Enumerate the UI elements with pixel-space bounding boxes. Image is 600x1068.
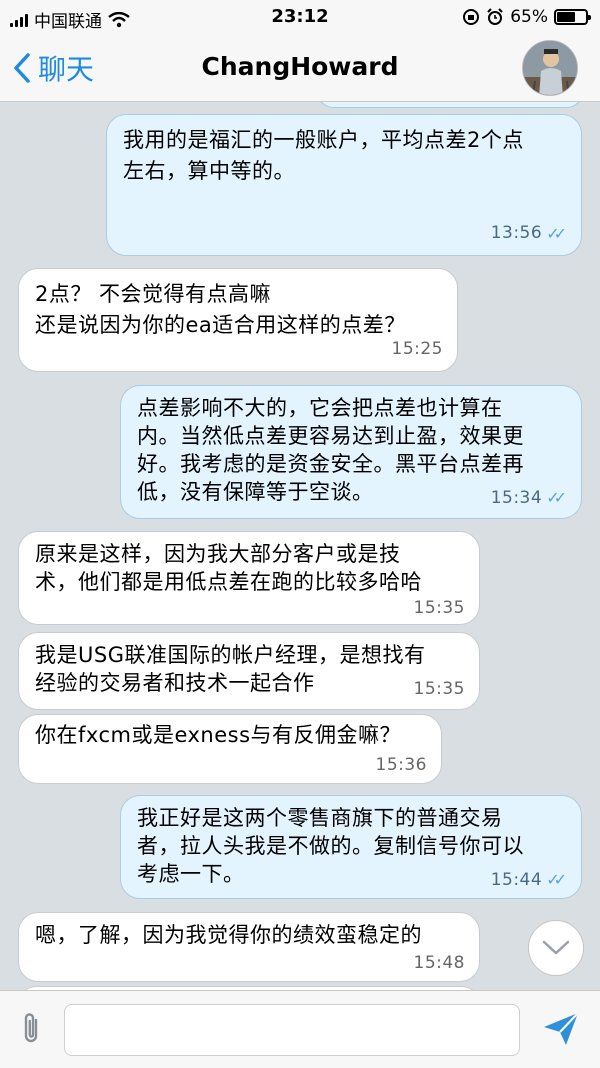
attach-button[interactable] [14,1011,48,1045]
message-text: 你在fxcm或是exness与有反佣金嘛？ [35,723,402,747]
message-time: 15:35 [413,679,465,699]
message-time: 15:48 [413,953,465,973]
chevron-down-icon [542,940,570,955]
message-time: 15:25 [391,339,443,359]
battery-fill [557,12,576,22]
status-right: 65% [462,7,591,27]
message-meta: 15:48 [414,949,466,977]
message-text: 我是USG联准国际的帐户经理，是想找有 经验的交易者和技术一起合作 [35,643,426,695]
message-meta: 13:56 ✓✓ [491,218,567,249]
message-time: 15:34 [490,488,543,508]
alarm-icon [487,8,503,25]
message-text: 我用的是福汇的一般账户，平均点差2个点 左右，算中等的。 [123,128,524,183]
send-button[interactable] [540,1009,582,1049]
composer-bar [0,990,600,1068]
message-bubble-7[interactable]: 我正好是这两个零售商旗下的普通交易 者，拉人头我是不做的。复制信号你可以 考虑一… [120,795,582,899]
avatar[interactable] [522,40,578,96]
battery-icon [554,9,591,25]
previous-message-fragment [316,102,584,108]
orientation-lock-icon [463,9,480,25]
send-icon [544,1012,579,1045]
read-check-icon: ✓✓ [546,224,567,243]
message-bubble-6[interactable]: 你在fxcm或是exness与有反佣金嘛？ 15:36 [18,714,442,784]
scroll-down-button[interactable] [528,920,584,976]
message-time: 15:36 [375,755,427,775]
message-list[interactable]: 我用的是福汇的一般账户，平均点差2个点 左右，算中等的。 13:56 ✓✓ 2点？… [0,102,600,990]
message-text: 2点？ 不会觉得有点高嘛 还是说因为你的ea适合用这样的点差？ [35,282,406,337]
message-text: 嗯，了解，因为我觉得你的绩效蛮稳定的 [35,923,422,947]
message-bubble-2[interactable]: 2点？ 不会觉得有点高嘛 还是说因为你的ea适合用这样的点差？ 15:25 [18,268,458,372]
message-bubble-4[interactable]: 原来是这样，因为我大部分客户或是技 术，他们都是用低点差在跑的比较多哈哈 15:… [18,531,480,625]
message-meta: 15:44 ✓✓ [491,866,567,894]
read-check-icon: ✓✓ [546,870,567,889]
avatar-image [523,41,577,95]
message-text: 原来是这样，因为我大部分客户或是技 术，他们都是用低点差在跑的比较多哈哈 [35,542,422,594]
battery-percent: 65% [510,7,548,27]
message-bubble-5[interactable]: 我是USG联准国际的帐户经理，是想找有 经验的交易者和技术一起合作 15:35 [18,632,480,710]
paperclip-icon [24,1013,38,1043]
message-meta: 15:36 [376,751,428,779]
message-time: 15:44 [490,870,543,890]
message-bubble-3[interactable]: 点差影响不大的，它会把点差也计算在 内。当然低点差更容易达到止盈，效果更 好。我… [120,385,582,519]
status-bar: 中国联通 23:12 65% [0,0,600,34]
read-check-icon: ✓✓ [546,488,567,507]
nav-bar: 聊天 ChangHoward [0,34,600,102]
message-meta: 15:34 ✓✓ [491,484,567,512]
message-bubble-1[interactable]: 我用的是福汇的一般账户，平均点差2个点 左右，算中等的。 13:56 ✓✓ [106,114,582,256]
message-input[interactable] [64,1004,520,1056]
message-bubble-8[interactable]: 嗯，了解，因为我觉得你的绩效蛮稳定的 15:48 [18,912,480,982]
message-time: 13:56 [490,223,543,243]
message-time: 15:35 [413,598,465,618]
chat-title[interactable]: ChangHoward [0,52,600,81]
message-meta: 15:35 [414,675,466,703]
message-meta: 15:25 [392,334,444,365]
message-meta: 15:35 [414,594,466,622]
